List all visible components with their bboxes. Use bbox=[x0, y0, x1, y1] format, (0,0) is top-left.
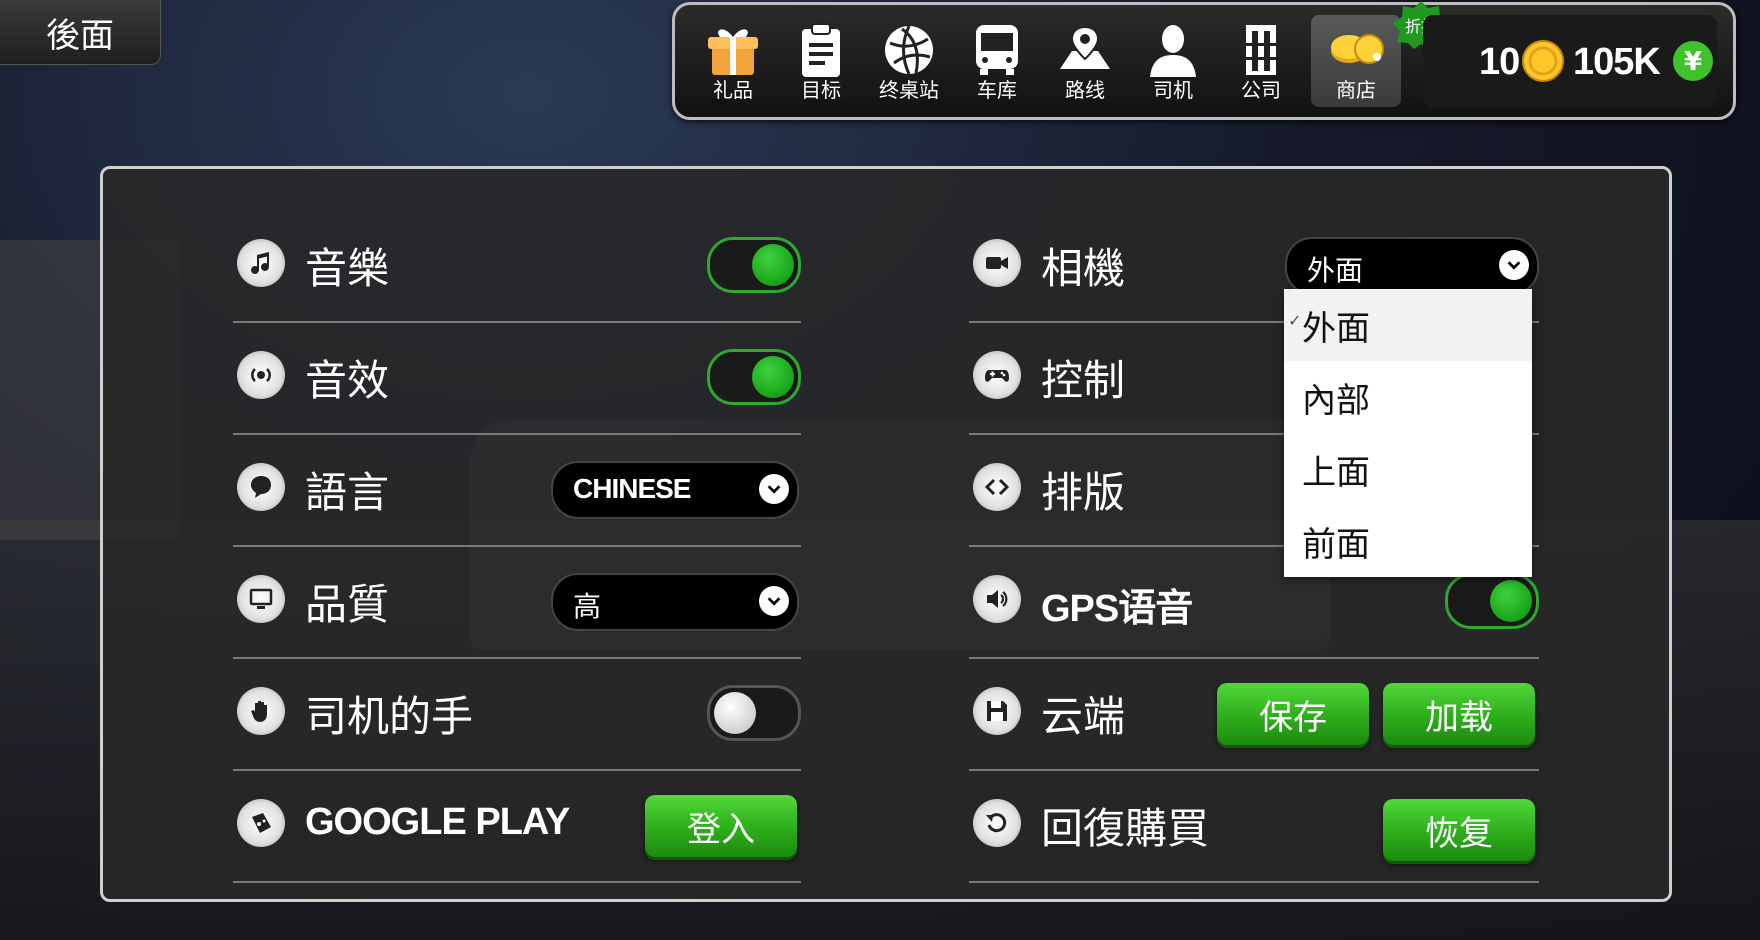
nav-drivers[interactable]: 司机 bbox=[1129, 15, 1217, 107]
setting-driver-hand: 司机的手 bbox=[233, 659, 801, 771]
setting-driver-hand-label: 司机的手 bbox=[305, 692, 474, 741]
floppy-icon bbox=[973, 687, 1021, 735]
camera-option-label: 外面 bbox=[1302, 308, 1370, 349]
sound-effects-toggle[interactable] bbox=[707, 349, 801, 405]
setting-controls-label: 控制 bbox=[1041, 356, 1126, 405]
driver-hand-toggle[interactable] bbox=[707, 685, 801, 741]
nav-goals[interactable]: 目标 bbox=[777, 15, 865, 107]
setting-quality: 品質 高 bbox=[233, 547, 801, 659]
music-icon bbox=[237, 239, 285, 287]
speaker-icon bbox=[973, 575, 1021, 623]
camera-option-label: 內部 bbox=[1302, 380, 1370, 421]
chevron-down-icon bbox=[759, 586, 789, 616]
top-nav-bar: 礼品 目标 终桌站 车库 路线 司机 公司 商店 折扣 10 105K ¥ bbox=[672, 1, 1736, 120]
toggle-knob bbox=[1490, 580, 1532, 622]
setting-cloud: 云端 保存 加载 bbox=[969, 659, 1539, 771]
nav-shop[interactable]: 商店 bbox=[1311, 15, 1401, 107]
restore-purchases-button[interactable]: 恢复 bbox=[1383, 799, 1535, 861]
setting-restore-purchases-label: 回復購買 bbox=[1041, 804, 1210, 853]
person-icon bbox=[1150, 25, 1196, 77]
sound-effects-icon bbox=[237, 351, 285, 399]
camera-option-label: 上面 bbox=[1302, 452, 1370, 493]
quality-select[interactable]: 高 bbox=[551, 573, 799, 631]
controller-icon bbox=[973, 351, 1021, 399]
language-select[interactable]: CHINESE bbox=[551, 461, 799, 519]
setting-sound-effects-label: 音效 bbox=[305, 356, 390, 405]
check-icon: ✓ bbox=[1288, 311, 1302, 330]
setting-gps-voice-label: GPS语音 bbox=[1041, 588, 1193, 630]
toggle-knob bbox=[714, 692, 756, 734]
map-pin-icon bbox=[1060, 25, 1110, 69]
gamepad-icon bbox=[237, 799, 285, 847]
gps-voice-toggle[interactable] bbox=[1445, 573, 1539, 629]
restore-icon bbox=[973, 799, 1021, 847]
setting-music: 音樂 bbox=[233, 211, 801, 323]
camera-select-value: 外面 bbox=[1307, 254, 1364, 287]
code-brackets-icon bbox=[973, 463, 1021, 511]
setting-restore-purchases: 回復購買 恢复 bbox=[969, 771, 1539, 883]
google-play-login-button[interactable]: 登入 bbox=[645, 795, 797, 857]
camera-dropdown-menu: ✓ 外面 內部 上面 前面 bbox=[1284, 289, 1532, 577]
camera-icon bbox=[973, 239, 1021, 287]
setting-language-label: 語言 bbox=[305, 468, 390, 517]
setting-language: 語言 CHINESE bbox=[233, 435, 801, 547]
coins-icon bbox=[1331, 34, 1384, 64]
nav-routes[interactable]: 路线 bbox=[1041, 15, 1129, 107]
camera-select[interactable]: 外面 bbox=[1285, 237, 1539, 295]
setting-sound-effects: 音效 bbox=[233, 323, 801, 435]
camera-option-interior[interactable]: 內部 bbox=[1284, 361, 1532, 433]
toggle-knob bbox=[752, 244, 794, 286]
camera-option-exterior[interactable]: ✓ 外面 bbox=[1284, 289, 1532, 361]
setting-google-play-label: GOOGLE PLAY bbox=[305, 801, 570, 843]
nav-gift[interactable]: 礼品 bbox=[689, 15, 777, 107]
nav-company[interactable]: 公司 bbox=[1217, 15, 1305, 107]
setting-music-label: 音樂 bbox=[305, 244, 390, 293]
clipboard-icon bbox=[802, 23, 840, 77]
coins-value: 10 bbox=[1479, 41, 1520, 83]
svg-text:¥: ¥ bbox=[1684, 47, 1702, 77]
globe-icon bbox=[885, 25, 933, 75]
camera-option-label: 前面 bbox=[1302, 524, 1370, 565]
setting-google-play: GOOGLE PLAY 登入 bbox=[233, 771, 801, 883]
setting-quality-label: 品質 bbox=[305, 580, 390, 629]
nav-terminal[interactable]: 终桌站 bbox=[865, 15, 953, 107]
toggle-knob bbox=[752, 356, 794, 398]
building-icon bbox=[1246, 25, 1276, 75]
language-select-value: CHINESE bbox=[573, 473, 691, 504]
camera-option-top[interactable]: 上面 bbox=[1284, 433, 1532, 505]
camera-option-front[interactable]: 前面 bbox=[1284, 505, 1532, 577]
chevron-down-icon bbox=[1499, 250, 1529, 280]
yen-icon: ¥ bbox=[1673, 41, 1713, 81]
setting-cloud-label: 云端 bbox=[1041, 692, 1126, 741]
hand-icon bbox=[237, 687, 285, 735]
nav-garage[interactable]: 车库 bbox=[953, 15, 1041, 107]
cloud-save-button[interactable]: 保存 bbox=[1217, 683, 1369, 745]
gift-icon bbox=[708, 29, 758, 75]
nav-items: 礼品 目标 终桌站 车库 路线 司机 公司 商店 bbox=[689, 15, 1401, 107]
music-toggle[interactable] bbox=[707, 237, 801, 293]
back-button[interactable]: 後面 bbox=[0, 0, 161, 65]
speech-bubble-icon bbox=[237, 463, 285, 511]
setting-layout-label: 排版 bbox=[1041, 468, 1126, 517]
bus-icon bbox=[976, 25, 1018, 75]
quality-select-value: 高 bbox=[573, 590, 602, 623]
currency-panel: 10 105K ¥ bbox=[1423, 15, 1717, 107]
cloud-load-button[interactable]: 加载 bbox=[1383, 683, 1535, 745]
coin-icon bbox=[1522, 40, 1564, 82]
setting-camera-label: 相機 bbox=[1041, 244, 1126, 293]
chevron-down-icon bbox=[759, 474, 789, 504]
cash-value: 105K bbox=[1573, 41, 1661, 83]
monitor-icon bbox=[237, 575, 285, 623]
